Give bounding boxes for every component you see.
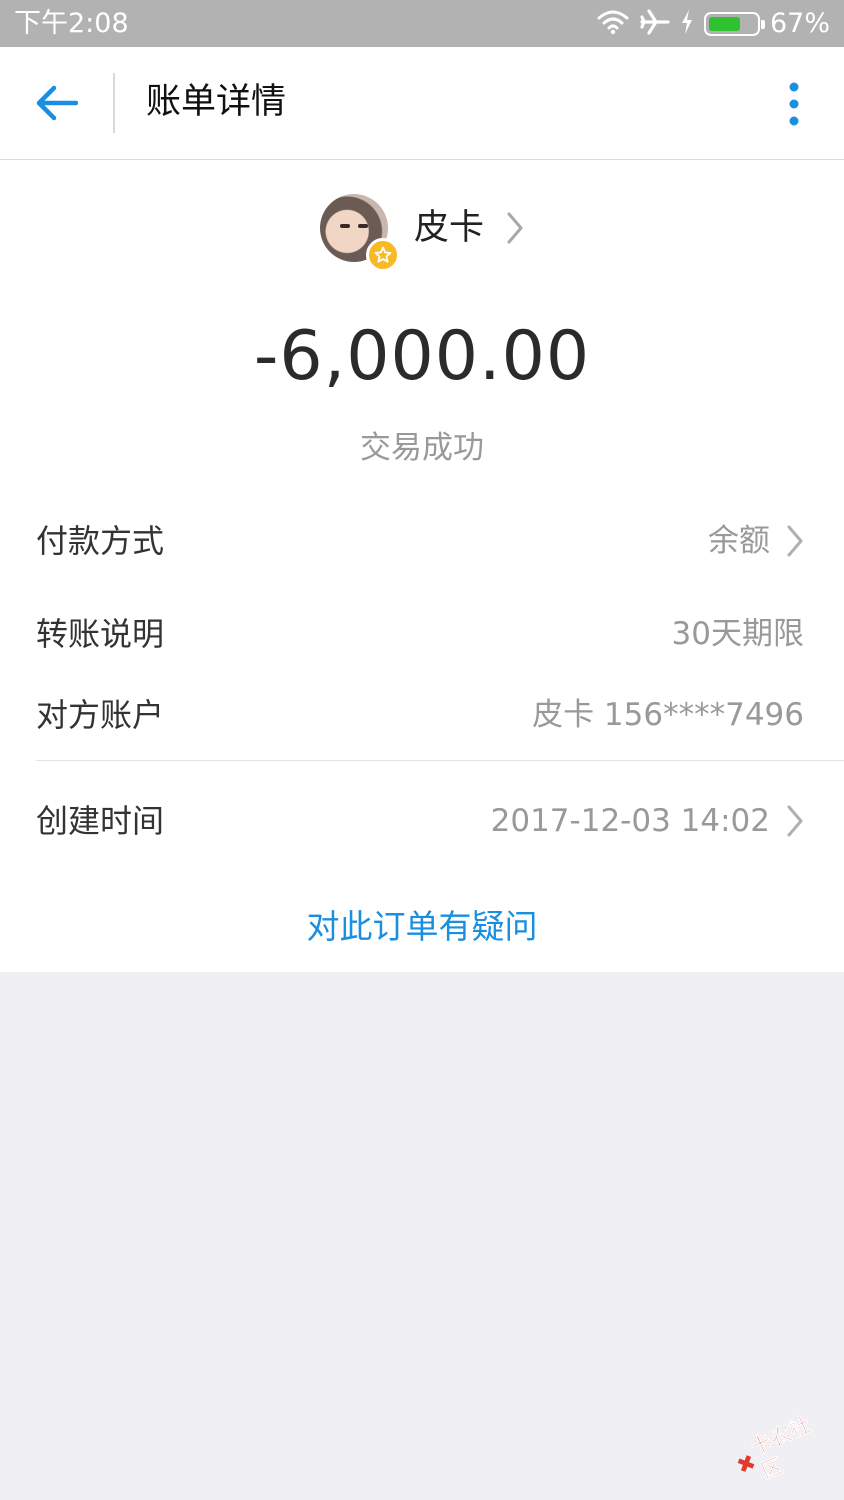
status-time: 下午2:08 (14, 8, 129, 39)
community-watermark: ✖ 卡农社区 (726, 1399, 844, 1496)
back-arrow-icon (36, 85, 78, 121)
avatar-eye-left (340, 224, 350, 228)
chevron-right-icon (787, 525, 803, 557)
battery-icon (703, 12, 765, 36)
detail-value: 皮卡 156****7496 (532, 697, 804, 733)
detail-label: 对方账户 (36, 696, 165, 734)
status-icons: 67% (596, 6, 830, 42)
detail-value: 2017-12-03 14:02 (490, 803, 770, 839)
avatar-eye-right (358, 224, 368, 228)
detail-value-wrap: 皮卡 156****7496 (532, 693, 804, 737)
order-question-link[interactable]: 对此订单有疑问 (0, 905, 844, 949)
detail-row-payment-method[interactable]: 付款方式 余额 (36, 517, 804, 565)
battery-cap (760, 20, 765, 29)
airplane-icon (640, 8, 670, 40)
chevron-right-icon (507, 212, 523, 244)
battery-level (708, 17, 740, 31)
detail-value: 30天期限 (671, 616, 804, 652)
detail-label: 转账说明 (36, 615, 165, 653)
more-vertical-icon (789, 82, 799, 126)
payee-profile[interactable]: 皮卡 (320, 190, 524, 272)
charging-icon (680, 9, 694, 39)
page-title: 账单详情 (146, 82, 287, 122)
detail-value: 余额 (708, 523, 770, 559)
star-badge-icon (366, 238, 400, 272)
detail-value-wrap: 余额 (708, 519, 804, 563)
more-options-button[interactable] (774, 75, 814, 133)
detail-value-wrap: 30天期限 (672, 612, 804, 656)
detail-row-transfer-note: 转账说明 30天期限 (36, 610, 804, 658)
bill-detail-card: 皮卡 -6,000.00 交易成功 付款方式 余额 转账说明 30天期限 对方账… (0, 160, 844, 972)
detail-row-created-time[interactable]: 创建时间 2017-12-03 14:02 (36, 797, 804, 845)
wifi-icon (596, 9, 630, 39)
transaction-amount: -6,000.00 (253, 317, 591, 396)
watermark-text: 卡农社区 (746, 1412, 815, 1484)
detail-row-counterparty: 对方账户 皮卡 156****7496 (36, 691, 804, 739)
header-divider (113, 73, 115, 133)
avatar (320, 194, 400, 272)
transaction-status: 交易成功 (360, 430, 484, 466)
status-bar: 下午2:08 67% (0, 0, 844, 47)
detail-label: 创建时间 (36, 802, 165, 840)
chevron-right-icon (787, 805, 803, 837)
battery-percent: 67% (769, 8, 830, 39)
detail-value-wrap: 2017-12-03 14:02 (491, 799, 804, 843)
back-button[interactable] (26, 72, 88, 134)
detail-label: 付款方式 (36, 522, 165, 560)
payee-name: 皮卡 (414, 208, 485, 248)
app-header: 账单详情 (0, 47, 844, 160)
divider (36, 760, 844, 761)
